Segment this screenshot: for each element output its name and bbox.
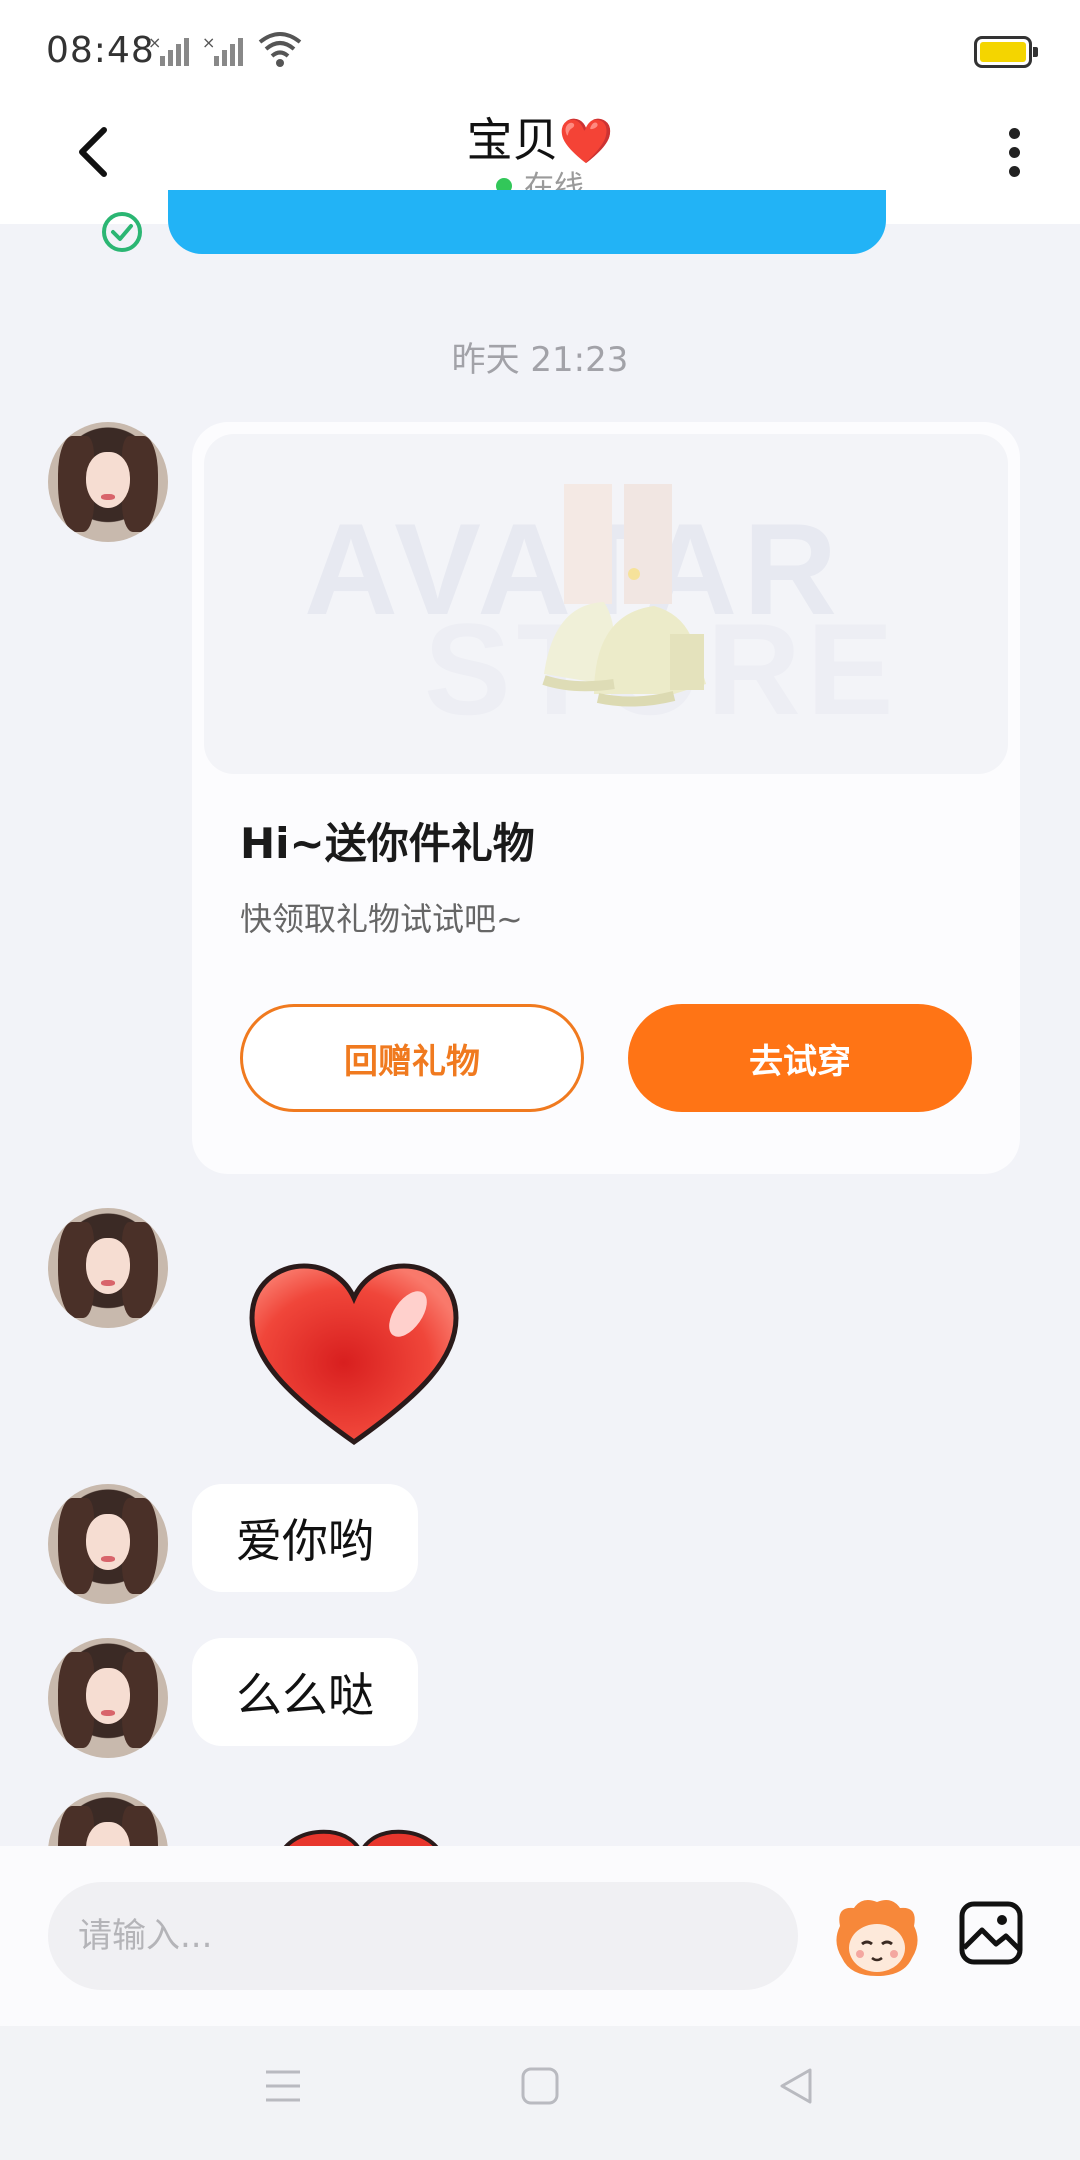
svg-text:×: × bbox=[202, 34, 215, 52]
menu-icon[interactable] bbox=[262, 2066, 304, 2106]
status-bar: 08:48 × × bbox=[0, 0, 1080, 100]
message-bubble[interactable]: 爱你哟 bbox=[192, 1484, 418, 1592]
gift-subtitle: 快领取礼物试试吧~ bbox=[240, 900, 523, 938]
return-gift-button[interactable]: 回赠礼物 bbox=[240, 1004, 584, 1112]
signal-x-icon: × bbox=[202, 34, 243, 66]
check-circle-icon bbox=[102, 212, 142, 252]
system-nav-bar bbox=[0, 2026, 1080, 2160]
composer-bar bbox=[0, 1846, 1080, 2026]
home-icon[interactable] bbox=[520, 2066, 560, 2106]
message-timestamp: 昨天 21:23 bbox=[451, 340, 629, 380]
svg-text:×: × bbox=[148, 34, 161, 52]
heart-sticker-icon[interactable] bbox=[246, 1262, 462, 1450]
battery-icon bbox=[974, 36, 1038, 68]
previous-message-bubble[interactable] bbox=[168, 190, 886, 254]
avatar[interactable] bbox=[48, 422, 168, 542]
message-input[interactable] bbox=[48, 1882, 798, 1990]
shoes-illustration-icon bbox=[542, 484, 706, 707]
gift-title: Hi~送你件礼物 bbox=[240, 819, 535, 868]
gift-image: AVATAR STORE bbox=[204, 434, 1008, 774]
avatar[interactable] bbox=[48, 1484, 168, 1604]
avatar[interactable] bbox=[48, 1638, 168, 1758]
wifi-icon bbox=[258, 32, 302, 67]
emoji-mascot-icon[interactable] bbox=[832, 1896, 922, 1980]
signal-x-icon: × bbox=[148, 34, 189, 66]
message-bubble[interactable]: 么么哒 bbox=[192, 1638, 418, 1746]
heart-emoji: ❤️ bbox=[558, 116, 614, 167]
try-on-button[interactable]: 去试穿 bbox=[628, 1004, 972, 1112]
status-time: 08:48 bbox=[46, 30, 155, 71]
image-icon[interactable] bbox=[958, 1900, 1024, 1966]
back-icon[interactable] bbox=[776, 2066, 816, 2106]
contact-name: 宝贝 bbox=[466, 113, 559, 167]
more-vertical-icon[interactable] bbox=[996, 122, 1032, 188]
avatar[interactable] bbox=[48, 1208, 168, 1328]
page-title: 宝贝❤️ bbox=[0, 104, 1080, 170]
gift-card[interactable]: AVATAR STORE Hi~送你件礼物 快领取礼物试试吧~ 回赠礼物 去试穿 bbox=[192, 422, 1020, 1174]
